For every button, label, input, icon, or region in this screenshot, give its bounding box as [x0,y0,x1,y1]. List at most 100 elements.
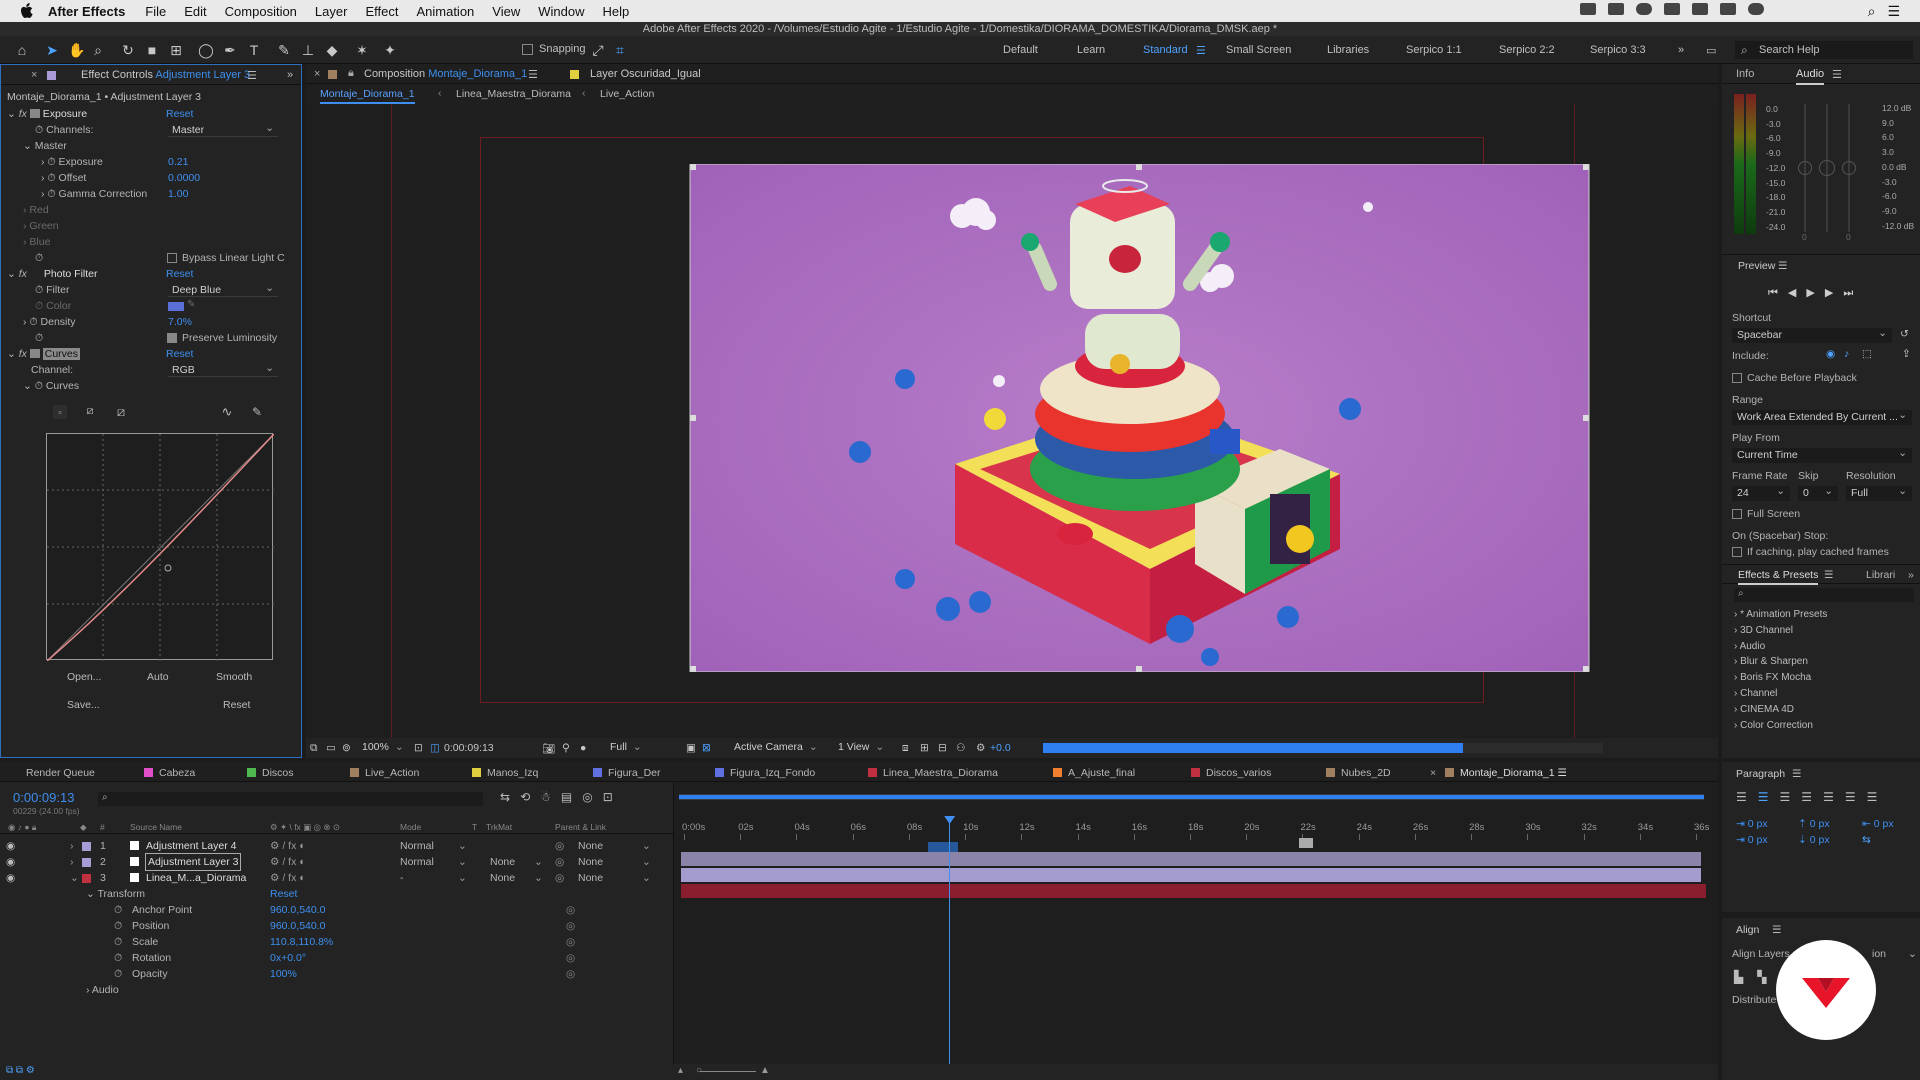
channels-dropdown[interactable]: Master [168,121,278,137]
medium-graph-icon[interactable]: ⧄ [83,405,97,419]
timeline-tab-2[interactable]: Live_Action [350,767,419,779]
rotation-tool-icon[interactable]: ↻ [120,42,136,58]
parent-dropdown[interactable]: None [578,854,603,870]
align-right-icon[interactable]: ☰ [1780,790,1802,804]
reset-exposure-icon[interactable]: ⚙ [976,742,985,754]
audio-knob-right[interactable] [1842,161,1856,175]
effects-category[interactable]: › CINEMA 4D [1734,702,1827,718]
layer-row[interactable]: ◉ › 2 Adjustment Layer 3 ⚙ / fx ◐ Normal ⌄ None… [0,853,673,871]
layer-mode-dropdown[interactable]: Normal [400,838,458,854]
menu-app-name[interactable]: After Effects [48,4,125,19]
effects-category[interactable]: › * Animation Presets [1734,607,1827,623]
effects-category[interactable]: › Channel [1734,686,1827,702]
pick-whip-icon[interactable]: ◎ [555,838,564,854]
effects-category[interactable]: › Audio [1734,639,1827,655]
time-ruler[interactable]: 0:00s 02s 04s 06s 08s 10s 12s 14s 16s 18s 20s 22s 24… [674,782,1719,842]
effects-overflow-icon[interactable]: » [1908,569,1914,581]
search-help-input[interactable]: Search Help [1735,41,1913,59]
type-tool-icon[interactable]: T [246,42,262,58]
breadcrumb-2[interactable]: Live_Action [600,88,654,100]
zoom-in-icon[interactable]: ▲ [760,1065,770,1076]
workspace-serpico-3[interactable]: Serpico 3:3 [1590,44,1646,56]
curves-group[interactable]: ⌄ ⏱ Curves [23,379,79,393]
curves-open-button[interactable]: Open... [67,671,101,683]
timeline-tab-6[interactable]: Linea_Maestra_Diorama [868,767,998,779]
toggle-switches-icon[interactable]: ⧉ ⧉ ⚙ [6,1065,35,1076]
justify-left-icon[interactable]: ☰ [1801,790,1823,804]
layer-bar-2[interactable] [681,868,1701,882]
motion-blur-icon[interactable]: ◎ [582,790,602,804]
exposure-value[interactable]: +0.0 [990,742,1011,754]
roto-brush-tool-icon[interactable]: ✶ [354,42,370,58]
exposure-value[interactable]: 0.21 [168,155,188,169]
curves-reset-button[interactable]: Reset [166,347,193,361]
menu-effect[interactable]: Effect [365,4,398,19]
trkmat-header[interactable]: TrkMat [486,822,512,832]
stopwatch-icon[interactable]: ⏱ [114,918,122,934]
composition-tab[interactable]: Composition Montaje_Diorama_1 [364,68,527,80]
region-of-interest-icon[interactable]: ▣ [686,742,696,754]
reset-shortcut-icon[interactable]: ↺ [1900,328,1909,340]
app-status-icon[interactable] [1607,2,1624,15]
panel-menu-icon[interactable]: ☰ [247,69,257,82]
menu-view[interactable]: View [492,4,520,19]
exposure-effect-header[interactable]: ⌄ fx Exposure [7,107,87,121]
effects-search-input[interactable]: ⌕ [1734,588,1914,602]
sync-status-icon[interactable] [1691,2,1708,15]
zoom-dropdown[interactable]: 100% [360,741,404,755]
pencil-curve-icon[interactable]: ✎ [249,405,265,421]
parent-dropdown[interactable]: None [578,838,603,854]
menu-list-icon[interactable]: ☰ [1887,3,1900,20]
zoom-slider-handle[interactable]: ○ [696,1065,702,1076]
hand-tool-icon[interactable]: ✋ [68,42,85,58]
workspace-default[interactable]: Default [1003,44,1038,56]
zoom-out-icon[interactable]: ▴ [678,1065,683,1076]
layer-tab[interactable]: Layer Oscuridad_Igual [590,68,701,80]
menu-help[interactable]: Help [602,4,629,19]
menu-file[interactable]: File [145,4,166,19]
view-layout-dropdown[interactable]: 1 View [836,741,894,755]
audio-tab[interactable]: Audio [1796,68,1825,85]
shy-layers-icon[interactable]: ☃ [540,790,561,804]
layer-bar-3[interactable] [681,884,1706,898]
effects-presets-tab[interactable]: Effects & Presets [1738,569,1819,585]
stopwatch-icon[interactable]: ⏱ [35,251,43,265]
puppet-tool-icon[interactable]: ✦ [382,42,398,58]
airplay-status-icon[interactable] [1663,2,1680,15]
composition-image[interactable] [528,164,1751,672]
flowchart-icon[interactable]: ⚇ [956,742,965,754]
full-screen-checkbox[interactable]: Full Screen [1732,508,1800,520]
timeline-icon[interactable]: ⊟ [938,742,947,754]
expression-pickwhip-icon[interactable]: ◎ [566,902,575,918]
trkmat-dropdown[interactable]: None [490,870,515,886]
effect-controls-tab[interactable]: Effect Controls Adjustment Layer 3 [81,69,250,81]
green-group[interactable]: › Green [23,219,59,233]
fit-frame-icon[interactable]: ⊡ [414,742,423,754]
curves-smooth-button[interactable]: Smooth [216,671,252,683]
visibility-eye-icon[interactable]: ◉ [6,870,15,886]
align-to-chevron-icon[interactable]: ⌄ [1908,948,1917,960]
photo-filter-effect-header[interactable]: ⌄ fx Photo Filter [7,267,98,281]
pick-whip-icon[interactable]: ◎ [555,854,564,870]
brush-tool-icon[interactable]: ✎ [276,42,292,58]
timeline-tracks[interactable]: 0:00s 02s 04s 06s 08s 10s 12s 14s 16s 18s 20s 22s 24… [673,782,1718,1080]
layer-row[interactable]: ◉ ⌄ 3 Linea_M...a_Diorama ⚙ / fx ◐ - ⌄ None ⌄ ◎ No… [0,870,673,886]
resolution-preview-dropdown[interactable]: Full [1846,484,1912,501]
visibility-eye-icon[interactable]: ◉ [6,854,15,870]
timeline-tab-0[interactable]: Cabeza [144,767,195,779]
expression-pickwhip-icon[interactable]: ◎ [566,950,575,966]
play-cached-checkbox[interactable]: If caching, play cached frames [1732,546,1889,558]
paragraph-menu-icon[interactable]: ☰ [1792,768,1801,780]
curves-reset-graph-button[interactable]: Reset [223,699,250,711]
justify-right-icon[interactable]: ☰ [1845,790,1867,804]
transform-property-value[interactable]: 0x+0.0° [270,950,306,966]
layer-switches-icon[interactable]: ⚙ / fx ◐ [270,870,306,886]
camera-tool-icon[interactable]: ■ [144,42,160,58]
offset-value[interactable]: 0.0000 [168,171,200,185]
curves-effect-header[interactable]: ⌄ fx Curves [7,347,80,361]
color-swatch[interactable] [168,302,184,311]
text-direction-icon[interactable]: ⇆ [1862,834,1871,846]
parent-header[interactable]: Parent & Link [555,822,606,832]
expand-layer-icon[interactable]: › [70,838,74,854]
next-frame-icon[interactable]: ▶ [1825,287,1843,299]
